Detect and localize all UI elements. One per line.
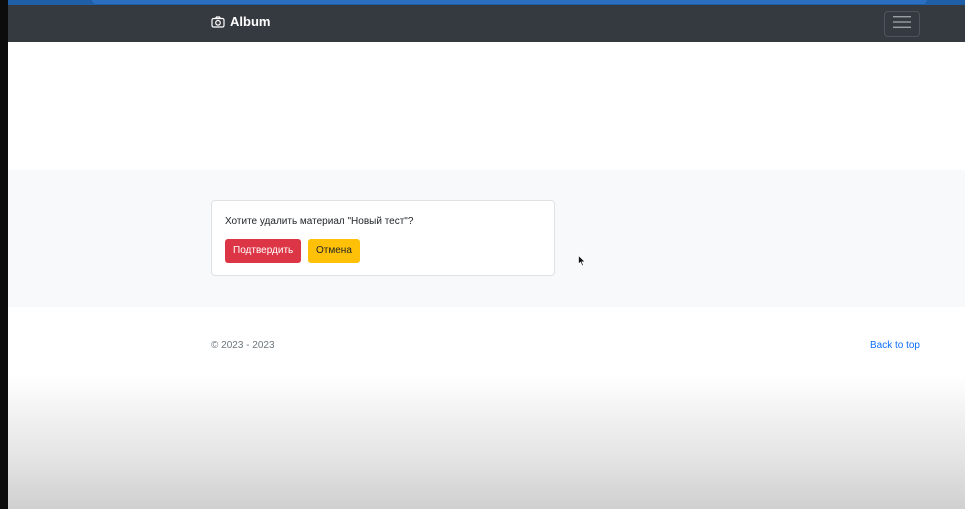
album-section: Хотите удалить материал "Новый тест"? По… — [8, 170, 965, 307]
back-to-top-link[interactable]: Back to top — [870, 340, 920, 351]
delete-confirmation-card: Хотите удалить материал "Новый тест"? По… — [211, 200, 555, 276]
copyright-text: © 2023 - 2023 — [211, 340, 275, 351]
hero-section — [8, 42, 965, 170]
cancel-button[interactable]: Отмена — [308, 239, 360, 263]
confirm-button[interactable]: Подтвердить — [225, 239, 302, 263]
browser-tab-highlight — [92, 0, 927, 4]
confirmation-message: Хотите удалить материал "Новый тест"? — [225, 216, 414, 227]
footer: © 2023 - 2023 Back to top — [8, 307, 965, 509]
camera-icon — [211, 15, 225, 28]
brand-link[interactable]: Album — [211, 14, 270, 29]
hamburger-icon — [893, 15, 911, 34]
navbar: Album — [8, 5, 965, 42]
mouse-cursor-icon — [578, 254, 586, 272]
navbar-toggler-button[interactable] — [884, 11, 920, 37]
brand-label: Album — [230, 14, 271, 29]
window-left-edge — [0, 0, 8, 509]
